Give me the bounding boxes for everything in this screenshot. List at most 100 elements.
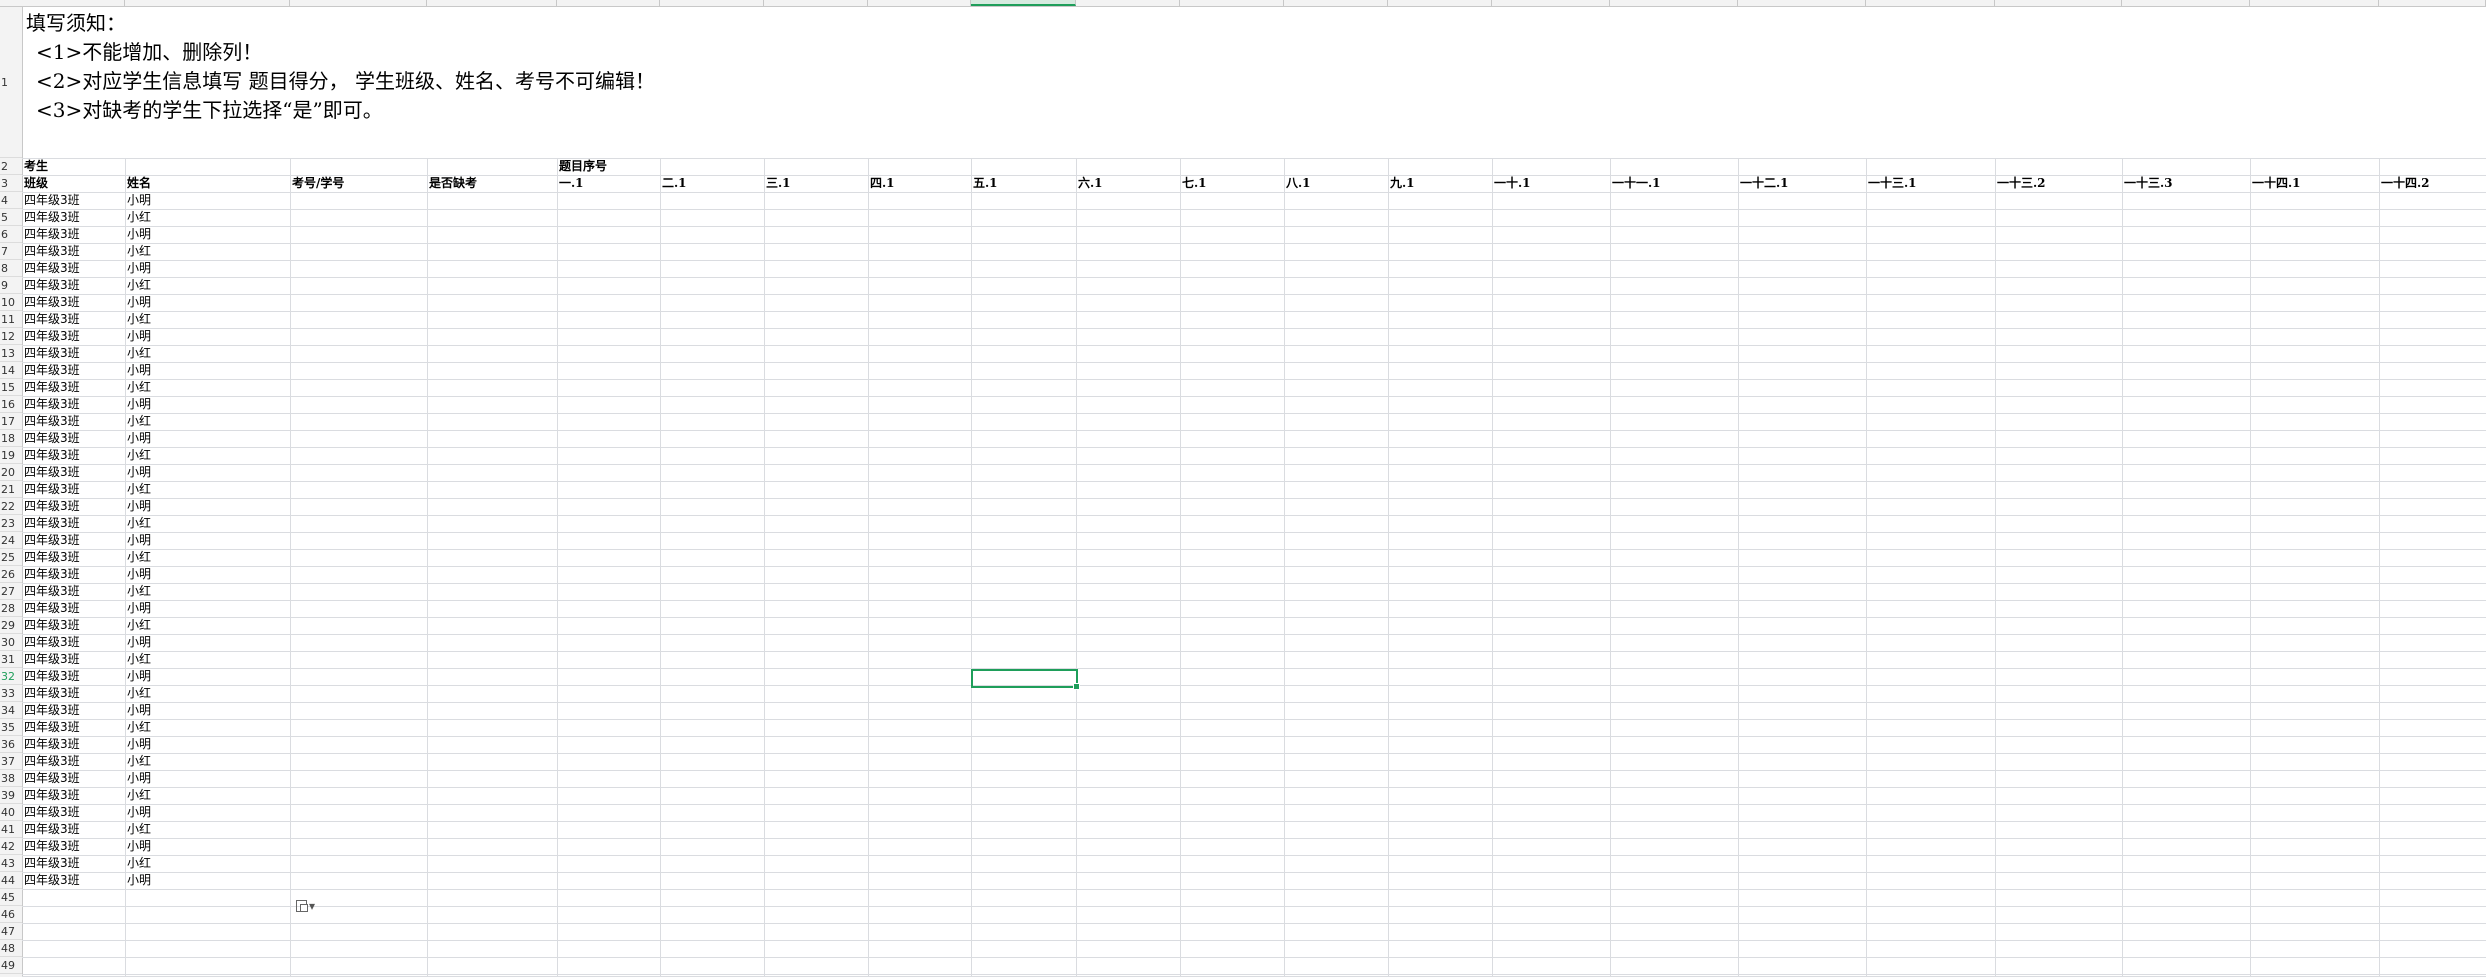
class-cell[interactable]: 四年级3班	[22, 447, 125, 464]
class-cell[interactable]: 四年级3班	[22, 549, 125, 566]
student-name-cell[interactable]: 小明	[125, 804, 290, 821]
row-number[interactable]: 48	[0, 940, 22, 957]
student-name-cell[interactable]: 小红	[125, 821, 290, 838]
class-cell[interactable]: 四年级3班	[22, 566, 125, 583]
student-name-cell[interactable]: 小红	[125, 277, 290, 294]
class-cell[interactable]: 四年级3班	[22, 192, 125, 209]
row-number[interactable]: 8	[0, 260, 22, 277]
row-number[interactable]: 25	[0, 549, 22, 566]
student-name-cell[interactable]: 小明	[125, 566, 290, 583]
column-title-cell[interactable]: 八.1	[1284, 175, 1388, 192]
row-number[interactable]: 5	[0, 209, 22, 226]
column-title-cell[interactable]: 一十.1	[1492, 175, 1610, 192]
student-name-cell[interactable]: 小明	[125, 464, 290, 481]
student-name-cell[interactable]: 小明	[125, 838, 290, 855]
paste-options-button[interactable]: ▾	[296, 898, 326, 914]
column-header-bar[interactable]	[0, 0, 2486, 7]
row-number[interactable]: 7	[0, 243, 22, 260]
student-name-cell[interactable]: 小红	[125, 583, 290, 600]
spreadsheet[interactable]: 1 2 3 4 5 6 7 8 9 10 11 12 13 14 15 16 17 18 19 20 21 22 23 24 2…	[0, 0, 2486, 977]
student-name-cell[interactable]: 小红	[125, 719, 290, 736]
row-number[interactable]: 18	[0, 430, 22, 447]
fill-handle[interactable]	[1073, 683, 1080, 690]
column-header[interactable]	[1995, 0, 2122, 6]
student-name-cell[interactable]: 小明	[125, 668, 290, 685]
class-cell[interactable]: 四年级3班	[22, 430, 125, 447]
row-number[interactable]: 45	[0, 889, 22, 906]
student-name-cell[interactable]: 小红	[125, 447, 290, 464]
row-number[interactable]: 32	[0, 668, 22, 685]
class-cell[interactable]: 四年级3班	[22, 311, 125, 328]
student-name-cell[interactable]: 小明	[125, 770, 290, 787]
student-name-cell[interactable]: 小红	[125, 753, 290, 770]
column-header[interactable]	[660, 0, 764, 6]
column-header[interactable]	[1284, 0, 1388, 6]
row-number[interactable]: 23	[0, 515, 22, 532]
column-header[interactable]	[22, 0, 125, 6]
row-number[interactable]: 13	[0, 345, 22, 362]
row-number[interactable]: 15	[0, 379, 22, 396]
class-cell[interactable]: 四年级3班	[22, 753, 125, 770]
student-name-cell[interactable]: 小红	[125, 685, 290, 702]
class-cell[interactable]: 四年级3班	[22, 209, 125, 226]
student-name-cell[interactable]: 小明	[125, 396, 290, 413]
question-number-group-label[interactable]: 题目序号	[557, 158, 677, 175]
column-title-cell[interactable]: 是否缺考	[427, 175, 557, 192]
row-number[interactable]: 17	[0, 413, 22, 430]
student-name-cell[interactable]: 小红	[125, 617, 290, 634]
row-number[interactable]: 4	[0, 192, 22, 209]
row-number[interactable]: 26	[0, 566, 22, 583]
student-name-cell[interactable]: 小明	[125, 430, 290, 447]
column-header[interactable]	[1180, 0, 1284, 6]
class-cell[interactable]: 四年级3班	[22, 515, 125, 532]
student-name-cell[interactable]: 小红	[125, 311, 290, 328]
student-name-cell[interactable]: 小明	[125, 328, 290, 345]
row-number[interactable]: 14	[0, 362, 22, 379]
student-name-cell[interactable]: 小明	[125, 634, 290, 651]
class-cell[interactable]: 四年级3班	[22, 277, 125, 294]
column-title-cell[interactable]: 一.1	[557, 175, 660, 192]
column-header[interactable]	[427, 0, 557, 6]
student-name-cell[interactable]: 小红	[125, 243, 290, 260]
student-name-cell[interactable]: 小红	[125, 651, 290, 668]
column-title-cell[interactable]: 一十三.1	[1866, 175, 1995, 192]
row-number[interactable]: 28	[0, 600, 22, 617]
class-cell[interactable]: 四年级3班	[22, 498, 125, 515]
column-header[interactable]	[1738, 0, 1866, 6]
row-number[interactable]: 2	[0, 158, 22, 175]
student-name-cell[interactable]: 小明	[125, 260, 290, 277]
class-cell[interactable]: 四年级3班	[22, 719, 125, 736]
row-number[interactable]: 11	[0, 311, 22, 328]
column-title-cell[interactable]: 二.1	[660, 175, 764, 192]
column-title-cell[interactable]: 七.1	[1180, 175, 1284, 192]
row-number[interactable]: 35	[0, 719, 22, 736]
column-header[interactable]	[290, 0, 427, 6]
student-name-cell[interactable]: 小红	[125, 515, 290, 532]
row-number[interactable]: 41	[0, 821, 22, 838]
class-cell[interactable]: 四年级3班	[22, 600, 125, 617]
row-number[interactable]: 49	[0, 957, 22, 974]
row-number[interactable]: 33	[0, 685, 22, 702]
row-number[interactable]: 24	[0, 532, 22, 549]
row-number[interactable]: 3	[0, 175, 22, 192]
row-number[interactable]: 1	[0, 7, 22, 158]
class-cell[interactable]: 四年级3班	[22, 396, 125, 413]
class-cell[interactable]: 四年级3班	[22, 226, 125, 243]
class-cell[interactable]: 四年级3班	[22, 651, 125, 668]
class-cell[interactable]: 四年级3班	[22, 243, 125, 260]
row-number[interactable]: 38	[0, 770, 22, 787]
row-number[interactable]: 27	[0, 583, 22, 600]
row-number[interactable]: 34	[0, 702, 22, 719]
class-cell[interactable]: 四年级3班	[22, 872, 125, 889]
class-cell[interactable]: 四年级3班	[22, 362, 125, 379]
class-cell[interactable]: 四年级3班	[22, 583, 125, 600]
student-name-cell[interactable]: 小明	[125, 872, 290, 889]
class-cell[interactable]: 四年级3班	[22, 855, 125, 872]
row-number[interactable]: 44	[0, 872, 22, 889]
column-header[interactable]	[125, 0, 290, 6]
class-cell[interactable]: 四年级3班	[22, 413, 125, 430]
student-name-cell[interactable]: 小明	[125, 362, 290, 379]
student-name-cell[interactable]: 小红	[125, 209, 290, 226]
row-number[interactable]: 10	[0, 294, 22, 311]
column-title-cell[interactable]: 班级	[22, 175, 125, 192]
